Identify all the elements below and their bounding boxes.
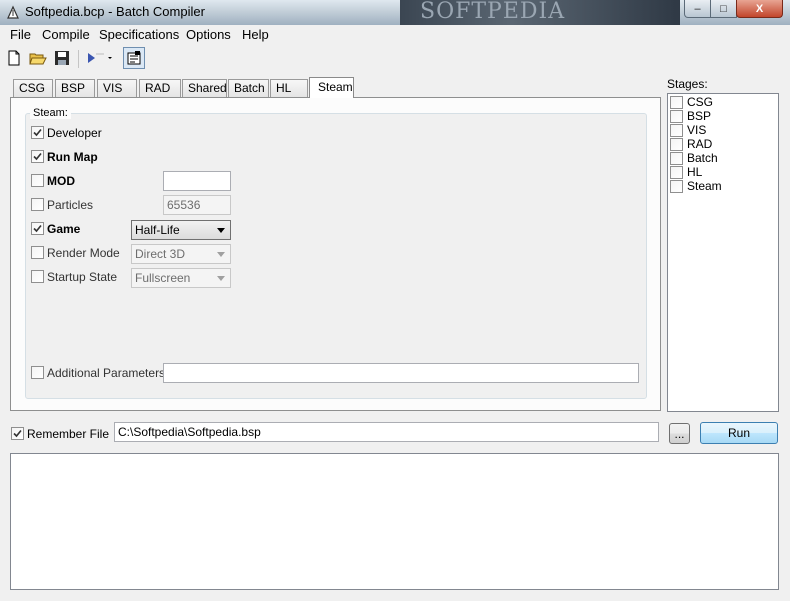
startup-state-select[interactable]: Fullscreen <box>131 268 231 288</box>
run-dropdown-icon[interactable] <box>84 48 116 68</box>
additional-parameters-input[interactable] <box>163 363 639 383</box>
game-label: Game <box>47 222 81 236</box>
mod-label: MOD <box>47 174 75 188</box>
close-button[interactable]: X <box>736 0 783 18</box>
mod-input[interactable] <box>163 171 231 191</box>
stage-rad-label: RAD <box>687 137 713 151</box>
stage-hl-label: HL <box>687 165 703 179</box>
tab-shared[interactable]: Shared <box>182 79 227 97</box>
particles-label: Particles <box>47 198 94 212</box>
maximize-button[interactable]: □ <box>710 0 737 18</box>
stage-csg-checkbox[interactable] <box>670 96 683 109</box>
stage-batch-checkbox[interactable] <box>670 152 683 165</box>
startup-state-select-value: Fullscreen <box>135 271 191 285</box>
file-path-input[interactable]: C:\Softpedia\Softpedia.bsp <box>114 422 659 442</box>
render-mode-checkbox[interactable] <box>31 246 44 259</box>
developer-checkbox[interactable] <box>31 126 44 139</box>
tab-hl[interactable]: HL <box>270 79 308 97</box>
tab-rad[interactable]: RAD <box>139 79 181 97</box>
render-mode-select-value: Direct 3D <box>135 247 186 261</box>
game-select-value: Half-Life <box>135 223 180 237</box>
menu-options[interactable]: Options <box>186 27 231 42</box>
stage-steam-checkbox[interactable] <box>670 180 683 193</box>
stage-vis-checkbox[interactable] <box>670 124 683 137</box>
minimize-button[interactable]: – <box>684 0 711 18</box>
output-log[interactable] <box>10 453 779 590</box>
check-mark-icon <box>33 224 42 233</box>
app-icon <box>7 5 19 19</box>
game-checkbox[interactable] <box>31 222 44 235</box>
menu-specifications[interactable]: Specifications <box>99 27 179 42</box>
mod-checkbox[interactable] <box>31 174 44 187</box>
stage-rad-checkbox[interactable] <box>670 138 683 151</box>
particles-checkbox[interactable] <box>31 198 44 211</box>
stage-vis-label: VIS <box>687 123 707 137</box>
stage-csg-label: CSG <box>687 95 714 109</box>
particles-input[interactable]: 65536 <box>163 195 231 215</box>
render-mode-label: Render Mode <box>47 246 120 260</box>
startup-state-label: Startup State <box>47 270 118 284</box>
chevron-down-icon <box>217 276 225 281</box>
steam-group-label: Steam: <box>30 107 71 119</box>
check-mark-icon <box>33 152 42 161</box>
remember-file-checkbox[interactable] <box>11 427 24 440</box>
check-mark-icon <box>33 128 42 137</box>
menu-compile[interactable]: Compile <box>42 27 90 42</box>
remember-file-label: Remember File <box>27 427 110 441</box>
tab-csg[interactable]: CSG <box>13 79 53 97</box>
run-map-label: Run Map <box>47 150 98 164</box>
game-select[interactable]: Half-Life <box>131 220 231 240</box>
stages-list: CSG BSP VIS RAD Batch HL Steam <box>667 93 779 412</box>
check-mark-icon <box>13 429 22 438</box>
tab-batch[interactable]: Batch <box>228 79 269 97</box>
menu-bar: File Compile Specifications Options Help <box>0 25 790 45</box>
render-mode-select[interactable]: Direct 3D <box>131 244 231 264</box>
menu-help[interactable]: Help <box>242 27 269 42</box>
stages-label: Stages: <box>667 77 708 91</box>
toolbar-separator <box>78 50 79 68</box>
title-bar-watermark: SOFTPEDIA <box>400 0 680 25</box>
developer-label: Developer <box>47 126 102 140</box>
stage-bsp-checkbox[interactable] <box>670 110 683 123</box>
save-icon[interactable] <box>52 48 72 68</box>
additional-parameters-checkbox[interactable] <box>31 366 44 379</box>
stage-batch-label: Batch <box>687 151 718 165</box>
additional-parameters-label: Additional Parameters <box>47 366 166 380</box>
startup-state-checkbox[interactable] <box>31 270 44 283</box>
chevron-down-icon <box>217 252 225 257</box>
window-title: Softpedia.bcp - Batch Compiler <box>25 4 205 19</box>
run-button[interactable]: Run <box>700 422 778 444</box>
title-bar: SOFTPEDIA Softpedia.bcp - Batch Compiler… <box>0 0 790 26</box>
toolbar <box>0 45 790 72</box>
menu-file[interactable]: File <box>10 27 31 42</box>
tab-vis[interactable]: VIS <box>97 79 137 97</box>
browse-button[interactable]: ... <box>669 423 690 444</box>
chevron-down-icon <box>217 228 225 233</box>
tab-bsp[interactable]: BSP <box>55 79 95 97</box>
properties-icon[interactable] <box>123 47 145 69</box>
tab-steam[interactable]: Steam <box>309 77 354 98</box>
stage-bsp-label: BSP <box>687 109 712 123</box>
new-file-icon[interactable] <box>4 48 24 68</box>
run-map-checkbox[interactable] <box>31 150 44 163</box>
stage-steam-label: Steam <box>687 179 722 193</box>
open-folder-icon[interactable] <box>28 48 48 68</box>
stage-hl-checkbox[interactable] <box>670 166 683 179</box>
